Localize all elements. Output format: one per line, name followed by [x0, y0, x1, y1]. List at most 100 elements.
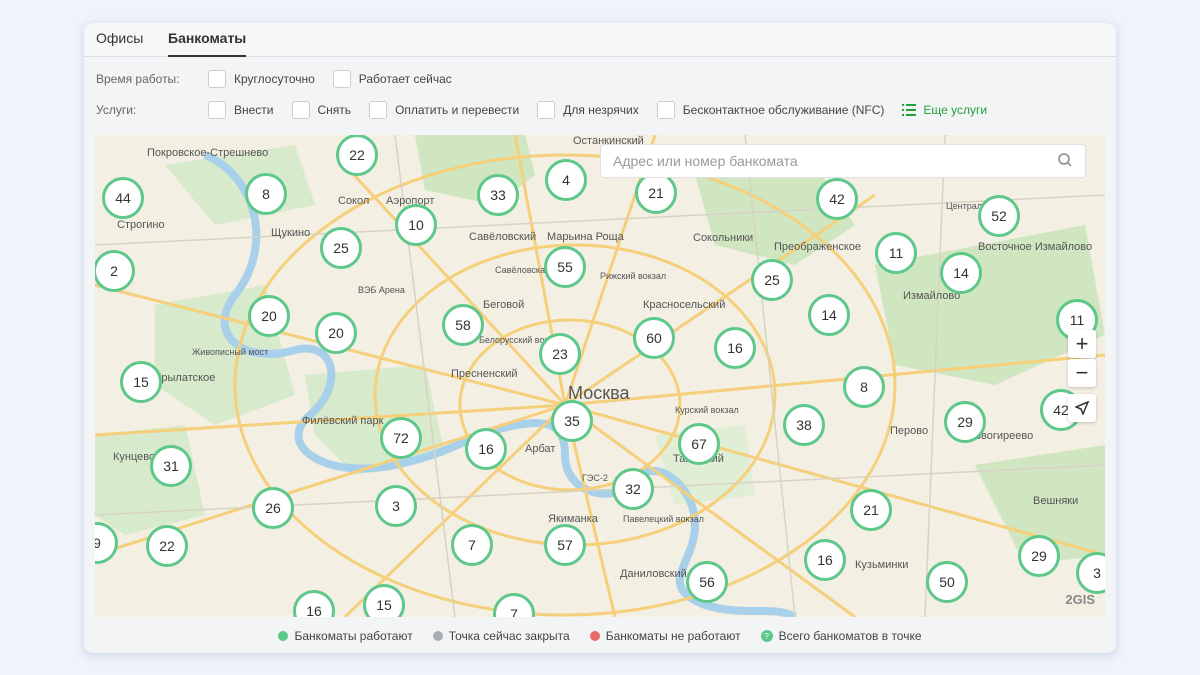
more-services-link[interactable]: Еще услуги [902, 103, 987, 117]
atm-cluster[interactable]: 50 [926, 561, 968, 603]
place-label: ГЭС-2 [582, 473, 608, 483]
visually-impaired-checkbox[interactable]: Для незрячих [537, 101, 639, 119]
place-label: ВЭБ Арена [358, 285, 405, 295]
checkbox-box[interactable] [537, 101, 556, 119]
atm-cluster[interactable]: 15 [120, 361, 162, 403]
atm-cluster[interactable]: 3 [375, 485, 417, 527]
atm-cluster[interactable]: 14 [808, 294, 850, 336]
legend-dot [589, 631, 600, 641]
atm-cluster[interactable]: 8 [843, 366, 885, 408]
legend-label: Точка сейчас закрыта [448, 629, 570, 643]
atm-cluster[interactable]: 22 [146, 525, 188, 567]
atm-cluster[interactable]: 67 [678, 423, 720, 465]
atm-cluster[interactable]: 32 [612, 468, 654, 510]
zoom-out-button[interactable]: − [1068, 359, 1096, 387]
zoom-in-button[interactable]: + [1068, 330, 1096, 358]
question-icon: ? [760, 630, 773, 642]
legend-item: Банкоматы работают [278, 629, 413, 643]
place-label: Павелецкий вокзал [623, 514, 704, 524]
atm-cluster[interactable]: 22 [336, 135, 378, 176]
place-label: Савёловская [495, 265, 550, 275]
atm-cluster[interactable]: 4 [545, 159, 587, 201]
checkbox-box[interactable] [656, 101, 675, 119]
atm-cluster[interactable]: 16 [465, 428, 507, 470]
atm-cluster[interactable]: 58 [442, 304, 484, 346]
atm-cluster[interactable]: 33 [477, 174, 519, 216]
place-label: Кунцево [113, 451, 156, 463]
place-label: Якиманка [548, 513, 598, 525]
atm-cluster[interactable]: 38 [783, 404, 825, 446]
tab-atms[interactable]: Банкоматы [168, 23, 247, 57]
atm-cluster[interactable]: 57 [544, 524, 586, 566]
atm-cluster[interactable]: 11 [875, 232, 917, 274]
place-label: Вешняки [1033, 495, 1079, 507]
open-now-checkbox[interactable]: Работает сейчас [332, 70, 452, 88]
atm-cluster[interactable]: 72 [380, 417, 422, 459]
checkbox-box[interactable] [208, 70, 226, 88]
map-legend: Банкоматы работают Точка сейчас закрыта … [84, 627, 1116, 645]
atm-cluster[interactable]: 52 [978, 195, 1020, 237]
atm-cluster[interactable]: 25 [320, 227, 362, 269]
round-the-clock-checkbox[interactable]: Круглосуточно [208, 70, 315, 88]
place-label: Пресненский [451, 368, 518, 380]
atm-cluster[interactable]: 23 [539, 333, 581, 375]
place-label: Марьина Роща [547, 231, 624, 243]
atm-cluster[interactable]: 26 [252, 487, 294, 529]
withdraw-checkbox[interactable]: Снять [291, 101, 351, 119]
my-location-button[interactable] [1068, 394, 1096, 422]
atm-finder-card: Офисы Банкоматы Время работы: Круглосуто… [84, 23, 1116, 653]
place-label: Восточное Измайлово [978, 241, 1093, 253]
atm-cluster[interactable]: 10 [395, 204, 437, 246]
pay-transfer-checkbox[interactable]: Оплатить и перевести [369, 101, 519, 119]
legend-item: ? Всего банкоматов в точке [760, 629, 922, 643]
atm-cluster[interactable]: 29 [1018, 535, 1060, 577]
atm-cluster[interactable]: 60 [633, 317, 675, 359]
place-label: Сокольники [693, 232, 754, 244]
atm-cluster[interactable]: 16 [804, 539, 846, 581]
checkbox-label: Работает сейчас [358, 72, 452, 86]
atm-cluster[interactable]: 25 [751, 259, 793, 301]
checkbox-box[interactable] [291, 101, 310, 119]
map-view[interactable]: Москва Покровское-Стрешнево Строгино Щук… [95, 135, 1105, 617]
atm-cluster[interactable]: 42 [816, 178, 858, 220]
legend-dot [278, 631, 289, 641]
atm-cluster[interactable]: 2 [95, 250, 135, 292]
nfc-checkbox[interactable]: Бесконтактное обслуживание (NFC) [656, 101, 885, 119]
services-filter-label: Услуги: [96, 103, 137, 117]
atm-cluster[interactable]: 21 [635, 172, 677, 214]
hours-filter-label: Время работы: [96, 72, 180, 86]
place-label: Красносельский [643, 299, 726, 311]
atm-cluster[interactable]: 7 [451, 524, 493, 566]
minus-icon: − [1075, 360, 1089, 385]
atm-cluster[interactable]: 55 [544, 246, 586, 288]
place-label: Сокол [338, 195, 370, 207]
checkbox-box[interactable] [332, 70, 351, 88]
legend-item: Точка сейчас закрыта [432, 629, 570, 643]
atm-cluster[interactable]: 31 [150, 445, 192, 487]
place-label: Даниловский [620, 568, 687, 580]
place-label: Арбат [525, 443, 556, 455]
more-services-label: Еще услуги [923, 103, 988, 117]
atm-cluster[interactable]: 35 [551, 400, 593, 442]
checkbox-box[interactable] [208, 101, 226, 119]
atm-search-input[interactable]: Адрес или номер банкомата [600, 144, 1086, 178]
atm-cluster[interactable]: 56 [686, 561, 728, 603]
atm-cluster[interactable]: 20 [248, 295, 290, 337]
atm-cluster[interactable]: 14 [940, 252, 982, 294]
atm-cluster[interactable]: 21 [850, 489, 892, 531]
atm-cluster[interactable]: 44 [102, 177, 144, 219]
atm-cluster[interactable]: 29 [944, 401, 986, 443]
deposit-checkbox[interactable]: Внести [208, 101, 274, 119]
atm-cluster[interactable]: 16 [714, 327, 756, 369]
atm-cluster[interactable]: 20 [315, 312, 357, 354]
tab-bar: Офисы Банкоматы [84, 23, 1116, 57]
tab-offices[interactable]: Офисы [96, 23, 143, 57]
legend-label: Банкоматы работают [294, 629, 413, 643]
navigation-arrow-icon [1075, 401, 1089, 415]
checkbox-label: Бесконтактное обслуживание (NFC) [682, 103, 885, 117]
legend-item: Банкоматы не работают [589, 629, 741, 643]
place-label: Рижский вокзал [600, 271, 667, 281]
place-label: Покровское-Стрешнево [147, 147, 269, 159]
checkbox-box[interactable] [369, 101, 388, 119]
atm-cluster[interactable]: 8 [245, 173, 287, 215]
